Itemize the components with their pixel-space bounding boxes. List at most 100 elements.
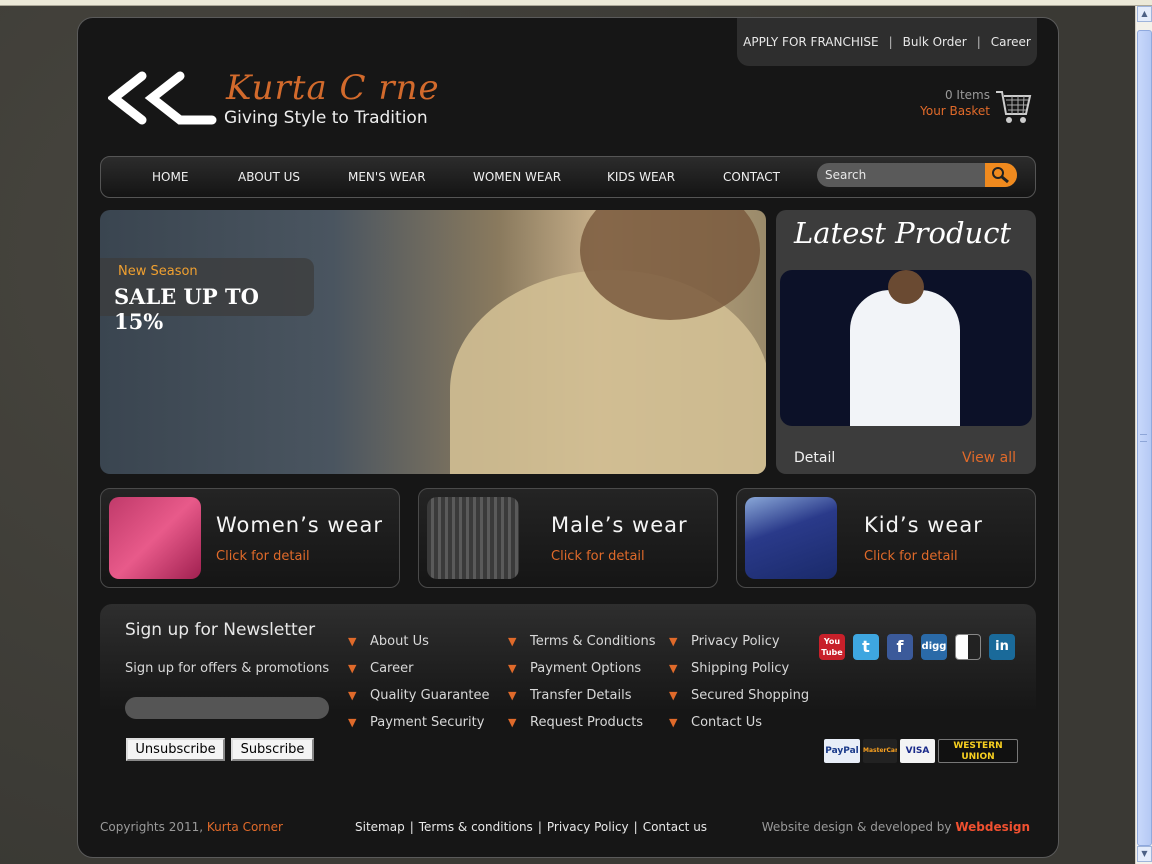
category-detail-link[interactable]: Click for detail bbox=[551, 549, 645, 564]
category-mens-wear[interactable]: Male’s wear Click for detail bbox=[418, 488, 718, 588]
mens-thumbnail bbox=[427, 497, 519, 579]
sale-headline: SALE UP TO 15% bbox=[114, 284, 259, 334]
kids-thumbnail bbox=[745, 497, 837, 579]
youtube-icon[interactable]: You Tube bbox=[819, 634, 845, 660]
arrow-icon: ▼ bbox=[348, 662, 357, 675]
western-union-icon: WESTERN UNION bbox=[938, 739, 1018, 763]
basket-count: 0 Items bbox=[944, 88, 990, 102]
page-container: APPLY FOR FRANCHISE | Bulk Order | Caree… bbox=[77, 17, 1059, 858]
arrow-icon: ▼ bbox=[669, 662, 678, 675]
womens-thumbnail bbox=[109, 497, 201, 579]
latest-product-title: Latest Product bbox=[794, 216, 1012, 250]
privacy-link[interactable]: Privacy Policy bbox=[547, 820, 629, 834]
separator: | bbox=[537, 820, 542, 834]
search-input[interactable] bbox=[817, 163, 985, 187]
nav-kids-wear[interactable]: KIDS WEAR bbox=[607, 170, 675, 184]
vertical-scrollbar[interactable]: ▲ ▼ bbox=[1135, 6, 1152, 864]
footer-link-quality-guarantee[interactable]: ▼ Quality Guarantee bbox=[348, 688, 490, 703]
footer-link-request-products[interactable]: ▼ Request Products bbox=[508, 715, 643, 730]
career-link[interactable]: Career bbox=[991, 35, 1031, 49]
sitemap-link[interactable]: Sitemap bbox=[355, 820, 405, 834]
arrow-icon: ▼ bbox=[669, 635, 678, 648]
delicious-icon[interactable] bbox=[955, 634, 981, 660]
scroll-grip-icon bbox=[1140, 434, 1147, 442]
footer-link-terms[interactable]: ▼ Terms & Conditions bbox=[508, 634, 656, 649]
facebook-icon[interactable]: f bbox=[887, 634, 913, 660]
scroll-down-arrow[interactable]: ▼ bbox=[1137, 846, 1152, 862]
designer-credit: Website design & developed by Webdesign bbox=[761, 820, 1030, 834]
footer-link-about-us[interactable]: ▼ About Us bbox=[348, 634, 429, 649]
linkedin-icon[interactable]: in bbox=[989, 634, 1015, 660]
main-nav: HOME ABOUT US MEN'S WEAR WOMEN WEAR KIDS… bbox=[100, 156, 1036, 198]
category-kids-wear[interactable]: Kid’s wear Click for detail bbox=[736, 488, 1036, 588]
site-logo[interactable]: Kurta C rne Giving Style to Tradition bbox=[108, 66, 448, 136]
brand-name: Kurta C rne bbox=[226, 68, 440, 108]
unsubscribe-button[interactable]: Unsubscribe bbox=[126, 738, 225, 761]
search-button[interactable] bbox=[985, 163, 1017, 187]
category-name: Kid’s wear bbox=[864, 513, 983, 537]
designer-link[interactable]: Webdesign bbox=[955, 820, 1030, 834]
arrow-icon: ▼ bbox=[508, 689, 517, 702]
bulk-order-link[interactable]: Bulk Order bbox=[903, 35, 967, 49]
new-season-label: New Season bbox=[118, 264, 198, 279]
arrow-icon: ▼ bbox=[508, 662, 517, 675]
arrow-icon: ▼ bbox=[508, 635, 517, 648]
nav-contact[interactable]: CONTACT bbox=[723, 170, 780, 184]
arrow-icon: ▼ bbox=[348, 689, 357, 702]
search-box bbox=[817, 163, 1017, 187]
copyright-brand[interactable]: Kurta Corner bbox=[207, 820, 283, 834]
terms-link[interactable]: Terms & conditions bbox=[419, 820, 533, 834]
nav-home[interactable]: HOME bbox=[152, 170, 188, 184]
visa-icon: VISA bbox=[900, 739, 935, 763]
nav-mens-wear[interactable]: MEN'S WEAR bbox=[348, 170, 426, 184]
apply-franchise-link[interactable]: APPLY FOR FRANCHISE bbox=[743, 35, 879, 49]
latest-product-panel: Latest Product Detail View all bbox=[776, 210, 1036, 474]
tagline: Giving Style to Tradition bbox=[224, 108, 428, 128]
view-all-link[interactable]: View all bbox=[962, 450, 1016, 466]
separator: | bbox=[888, 35, 893, 49]
copyright: Copyrights 2011, Kurta Corner bbox=[100, 820, 283, 834]
nav-women-wear[interactable]: WOMEN WEAR bbox=[473, 170, 561, 184]
arrow-icon: ▼ bbox=[669, 716, 678, 729]
footer-link-contact-us[interactable]: ▼ Contact Us bbox=[669, 715, 762, 730]
arrow-icon: ▼ bbox=[669, 689, 678, 702]
footer-link-secured-shopping[interactable]: ▼ Secured Shopping bbox=[669, 688, 809, 703]
latest-product-image[interactable] bbox=[780, 270, 1032, 426]
footer-panel: Sign up for Newsletter Sign up for offer… bbox=[100, 604, 1036, 784]
category-name: Women’s wear bbox=[216, 513, 383, 537]
twitter-icon[interactable]: t bbox=[853, 634, 879, 660]
shirt-image bbox=[850, 290, 960, 426]
sale-panel: New Season SALE UP TO 15% bbox=[100, 258, 314, 334]
footer-link-payment-options[interactable]: ▼ Payment Options bbox=[508, 661, 641, 676]
hero-banner[interactable]: New Season SALE UP TO 15% bbox=[100, 210, 766, 474]
top-links-bar: APPLY FOR FRANCHISE | Bulk Order | Caree… bbox=[737, 18, 1037, 66]
footer-link-payment-security[interactable]: ▼ Payment Security bbox=[348, 715, 484, 730]
contact-link[interactable]: Contact us bbox=[643, 820, 707, 834]
separator: | bbox=[409, 820, 414, 834]
separator: | bbox=[633, 820, 638, 834]
footer-link-privacy-policy[interactable]: ▼ Privacy Policy bbox=[669, 634, 780, 649]
footer-link-transfer-details[interactable]: ▼ Transfer Details bbox=[508, 688, 631, 703]
newsletter-subtitle: Sign up for offers & promotions bbox=[125, 661, 330, 676]
arrow-icon: ▼ bbox=[348, 716, 357, 729]
paypal-icon: PayPal bbox=[824, 739, 860, 763]
browser-top-edge bbox=[0, 0, 1152, 6]
footer-link-shipping-policy[interactable]: ▼ Shipping Policy bbox=[669, 661, 789, 676]
arrow-icon: ▼ bbox=[348, 635, 357, 648]
category-detail-link[interactable]: Click for detail bbox=[216, 549, 310, 564]
basket-label[interactable]: Your Basket bbox=[920, 104, 990, 118]
cart-icon[interactable] bbox=[994, 86, 1032, 126]
nav-about-us[interactable]: ABOUT US bbox=[238, 170, 300, 184]
detail-link[interactable]: Detail bbox=[794, 450, 835, 466]
separator: | bbox=[976, 35, 981, 49]
basket[interactable]: 0 Items Your Basket bbox=[898, 86, 1038, 136]
category-womens-wear[interactable]: Women’s wear Click for detail bbox=[100, 488, 400, 588]
newsletter-email-input[interactable] bbox=[125, 697, 329, 719]
footer-link-career[interactable]: ▼ Career bbox=[348, 661, 413, 676]
search-icon bbox=[992, 167, 1009, 184]
model-head-image bbox=[888, 270, 924, 304]
category-detail-link[interactable]: Click for detail bbox=[864, 549, 958, 564]
subscribe-button[interactable]: Subscribe bbox=[231, 738, 314, 761]
digg-icon[interactable]: digg bbox=[921, 634, 947, 660]
scroll-up-arrow[interactable]: ▲ bbox=[1137, 6, 1152, 22]
